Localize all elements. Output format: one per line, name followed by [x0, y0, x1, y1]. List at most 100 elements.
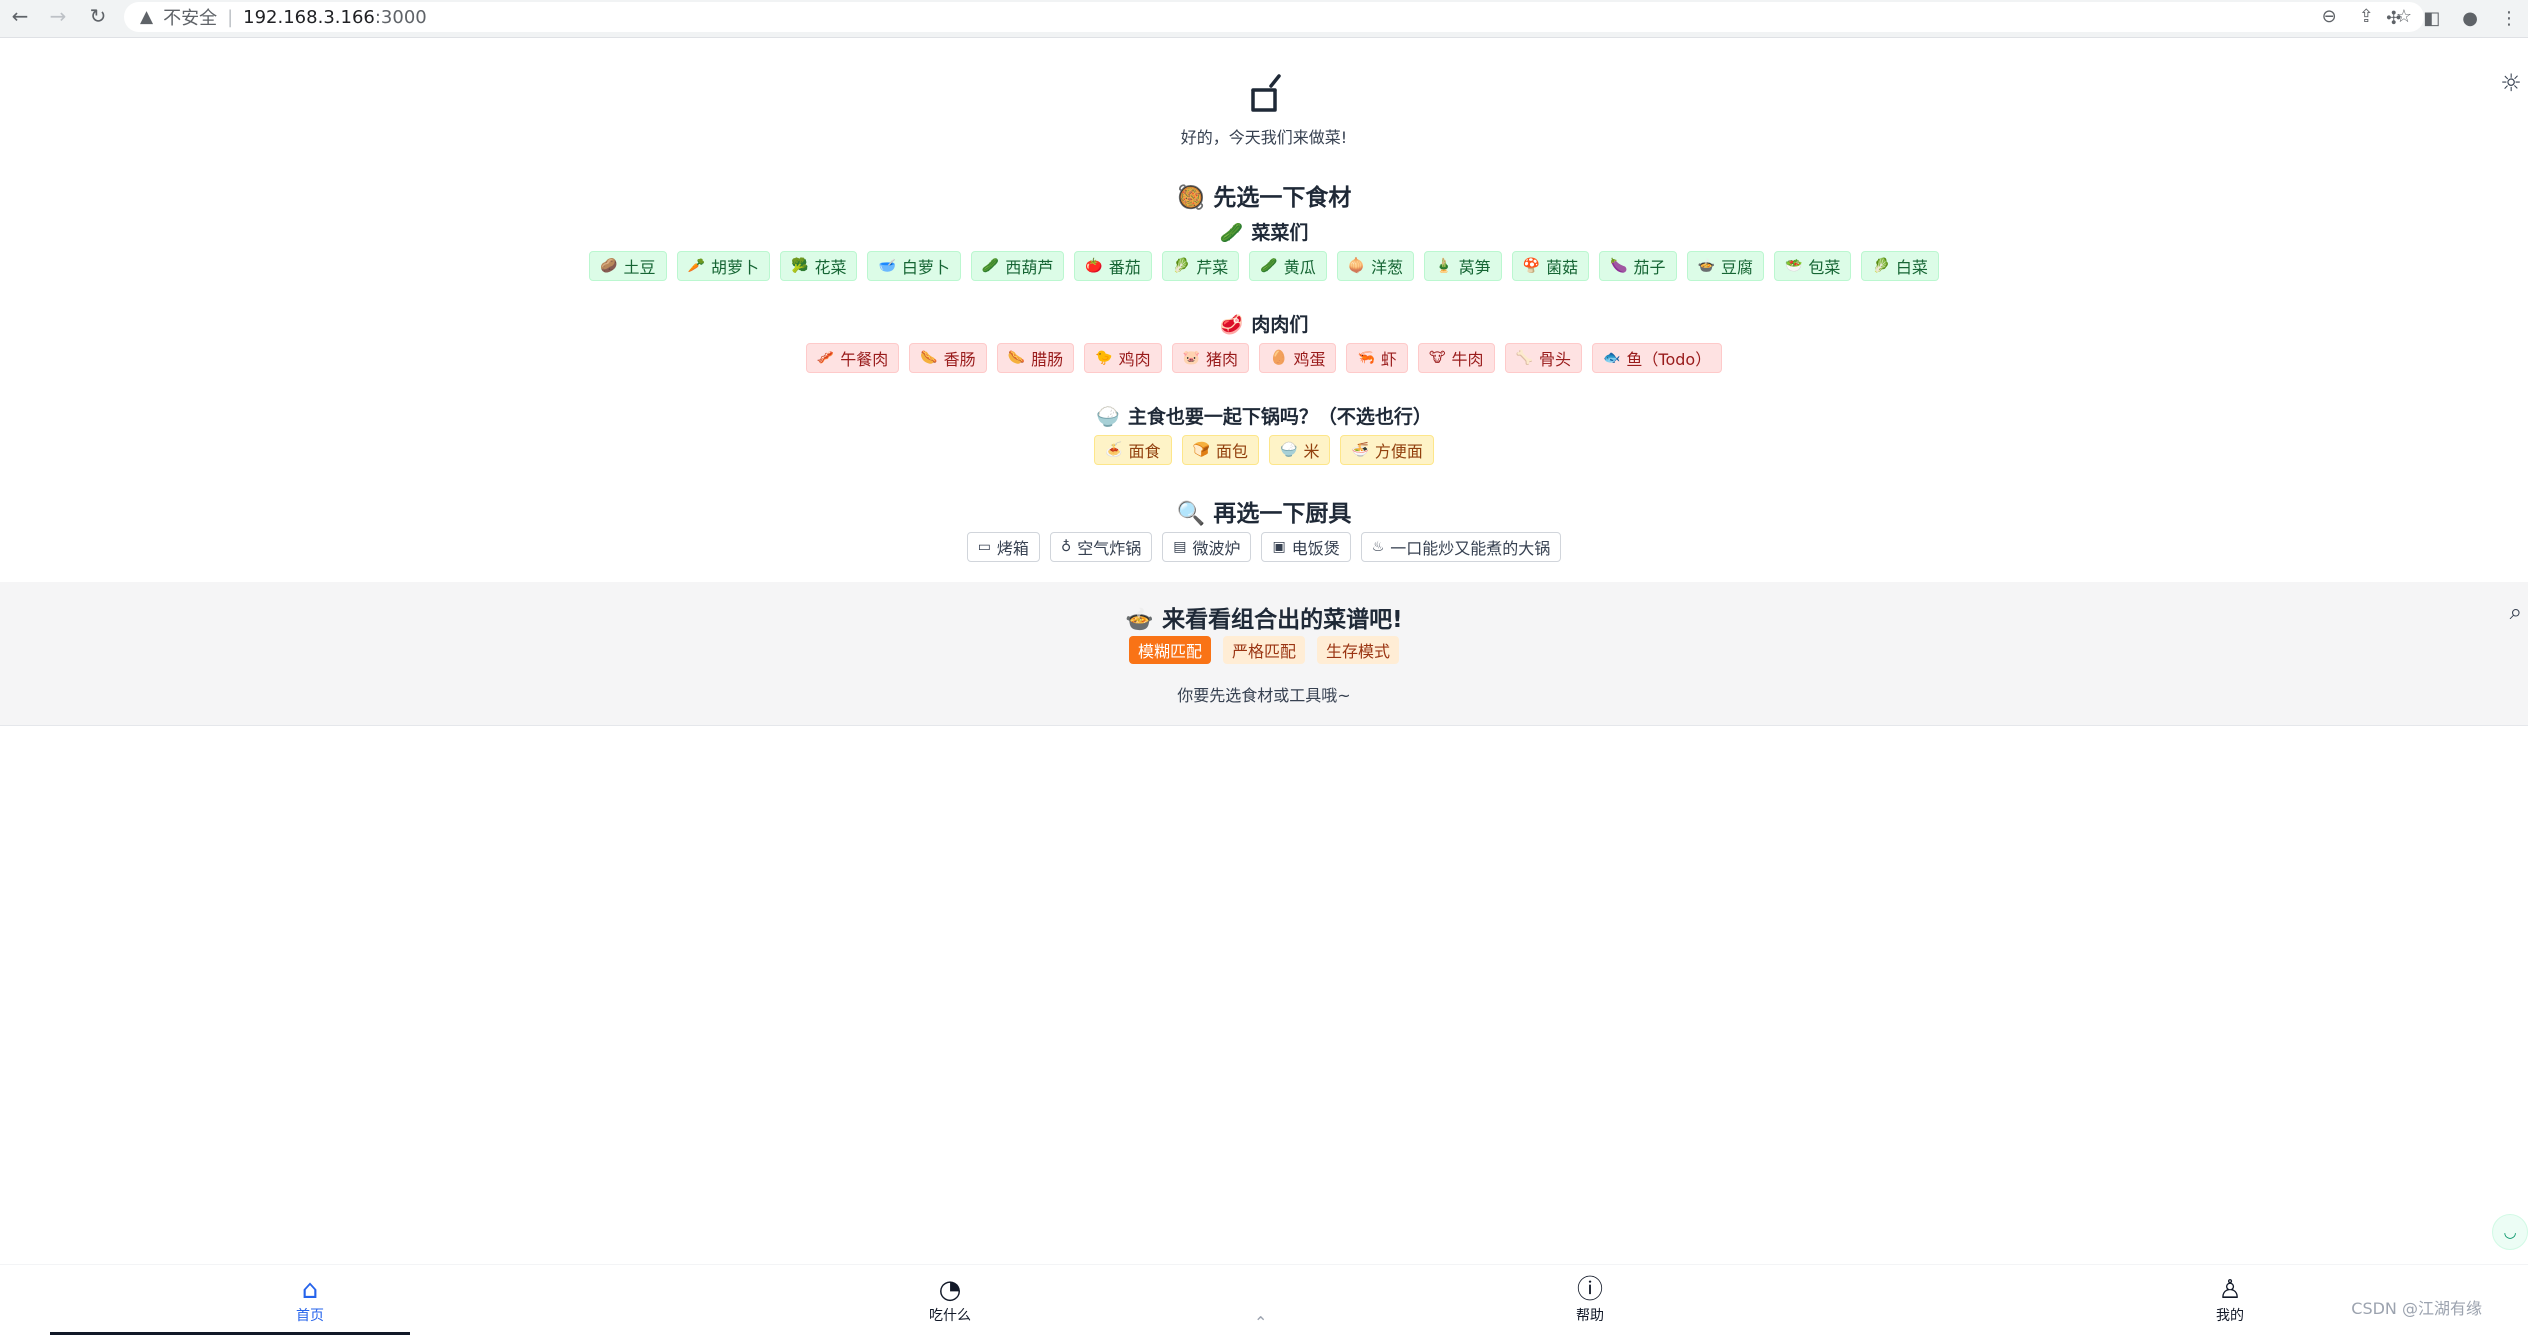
- vegetables-title: 菜菜们: [1251, 222, 1309, 244]
- menu-dots-icon[interactable]: ⋮: [2500, 8, 2518, 29]
- match-mode-button[interactable]: 严格匹配: [1222, 636, 1305, 664]
- vegetable-tag-label: 豆腐: [1720, 258, 1753, 277]
- result-bowl-icon: 🍲: [1125, 607, 1155, 633]
- tool-tag-label: 微波炉: [1192, 539, 1241, 558]
- vegetable-tag-label: 芹菜: [1196, 258, 1229, 277]
- meats-list: 🥓 午餐肉 🌭 香肠 🌭 腊肠 🐤 鸡肉 🐷 猪肉 🥚 鸡蛋 🦐 虾 🐮 牛肉 🦴 骨头 🐟 鱼（Todo）: [0, 343, 2528, 373]
- meat-tag-label: 鸡肉: [1118, 350, 1151, 369]
- tool-tag-label: 空气炸锅: [1077, 539, 1142, 558]
- meats-title: 肉肉们: [1251, 314, 1309, 336]
- staples-title: 主食也要一起下锅吗？（不选也行）: [1127, 406, 1432, 428]
- vegetable-tag[interactable]: 🥔 土豆: [589, 251, 667, 281]
- vegetable-tag[interactable]: 🍄 菌菇: [1511, 251, 1590, 281]
- meat-tag[interactable]: 🐮 牛肉: [1417, 343, 1495, 373]
- meat-tag[interactable]: 🌭 香肠: [909, 343, 987, 373]
- vegetable-tag-icon: 🥔: [600, 258, 618, 274]
- meat-tag-label: 虾: [1380, 350, 1397, 369]
- vegetable-tag[interactable]: 🥕 胡萝卜: [676, 251, 770, 281]
- vegetable-tag-icon: 🥕: [687, 258, 705, 274]
- staple-tag[interactable]: 🍝 面食: [1094, 435, 1172, 465]
- meat-tag[interactable]: 🐤 鸡肉: [1084, 343, 1162, 373]
- tool-tag[interactable]: ▣ 电饭煲: [1261, 532, 1351, 562]
- forward-icon[interactable]: →: [40, 0, 76, 34]
- staple-tag[interactable]: 🍜 方便面: [1340, 435, 1434, 465]
- vegetable-tag[interactable]: 🎍 莴笋: [1424, 251, 1502, 281]
- vegetable-tag-icon: 🥒: [1260, 258, 1278, 274]
- vegetable-tag-icon: 🥗: [1784, 258, 1803, 274]
- nav-help[interactable]: ⓘ 帮助: [1530, 1275, 1650, 1325]
- browser-toolbar: ← → ↻ ▲ 不安全 | 192.168.3.166:3000 ⊖ ⇪ ☆ ✣…: [0, 0, 2528, 38]
- vegetable-tag-icon: 🎍: [1435, 258, 1453, 274]
- nav-mine-label: 我的: [2216, 1308, 2244, 1324]
- meat-tag[interactable]: 🐷 猪肉: [1171, 343, 1250, 373]
- staple-tag-label: 米: [1303, 442, 1320, 461]
- match-mode-button[interactable]: 生存模式: [1317, 636, 1400, 664]
- meat-tag-icon: 🥓: [816, 350, 835, 366]
- back-icon[interactable]: ←: [2, 0, 38, 34]
- match-mode-button[interactable]: 模糊匹配: [1128, 636, 1211, 664]
- tool-tag[interactable]: ♨ 一口能炒又能煮的大锅: [1360, 532, 1562, 562]
- vegetable-tag[interactable]: 🥒 西葫芦: [970, 251, 1065, 281]
- meat-tag[interactable]: 🥚 鸡蛋: [1259, 343, 1337, 373]
- tool-tag[interactable]: ▭ 烤箱: [966, 532, 1040, 562]
- nav-home[interactable]: ⌂ 首页: [250, 1275, 370, 1325]
- nav-what-to-eat[interactable]: ◔ 吃什么: [890, 1275, 1010, 1325]
- vegetable-tag-label: 包菜: [1808, 258, 1841, 277]
- meat-tag[interactable]: 🐟 鱼（Todo）: [1591, 343, 1723, 373]
- scroll-up-icon[interactable]: ⌃: [1254, 1313, 1267, 1332]
- tool-tag-icon: ▤: [1173, 539, 1187, 555]
- share-icon[interactable]: ⇪: [2359, 6, 2374, 27]
- vegetable-tag-label: 番茄: [1108, 258, 1141, 277]
- vegetable-tag-label: 西葫芦: [1005, 258, 1054, 277]
- meat-tag-label: 午餐肉: [840, 350, 889, 369]
- compass-icon: ◔: [938, 1275, 962, 1305]
- vegetable-tag-label: 胡萝卜: [710, 258, 759, 277]
- tool-tag-label: 烤箱: [996, 539, 1029, 558]
- vegetable-tag[interactable]: 🍲 豆腐: [1686, 251, 1764, 281]
- address-separator: |: [227, 6, 234, 28]
- vegetable-tag[interactable]: 🧅 洋葱: [1336, 251, 1415, 281]
- vegetable-tag-icon: 🥬: [1872, 258, 1890, 274]
- search-icon[interactable]: ⌕: [2510, 600, 2522, 625]
- vegetable-tag-label: 菌菇: [1546, 258, 1579, 277]
- vegetable-tag[interactable]: 🥬 白菜: [1861, 251, 1939, 281]
- tool-tag-icon: ♁: [1060, 539, 1072, 555]
- nav-mine[interactable]: ♙ 我的: [2170, 1275, 2290, 1325]
- reload-icon[interactable]: ↻: [80, 0, 116, 34]
- tool-tag-icon: ▭: [977, 539, 991, 555]
- profile-icon[interactable]: ●: [2462, 8, 2478, 29]
- meat-tag[interactable]: 🦐 虾: [1346, 343, 1408, 373]
- floating-pot-button[interactable]: ◡: [2492, 1214, 2528, 1250]
- vegetable-tag[interactable]: 🥒 黄瓜: [1249, 251, 1327, 281]
- zoom-icon[interactable]: ⊖: [2322, 6, 2337, 27]
- staple-tag[interactable]: 🍚 米: [1269, 435, 1331, 465]
- help-icon: ⓘ: [1576, 1275, 1603, 1305]
- meat-tag-icon: 🐮: [1428, 350, 1446, 366]
- vegetable-tag[interactable]: 🍅 番茄: [1074, 251, 1152, 281]
- meat-tag[interactable]: 🌭 腊肠: [996, 343, 1075, 373]
- vegetable-tag[interactable]: 🍆 茄子: [1599, 251, 1677, 281]
- meat-tag[interactable]: 🦴 骨头: [1504, 343, 1582, 373]
- vegetable-tag-label: 白菜: [1895, 258, 1928, 277]
- tool-tag-label: 一口能炒又能煮的大锅: [1390, 539, 1551, 558]
- result-heading: 🍲 来看看组合出的菜谱吧!: [0, 600, 2528, 634]
- bottom-nav: ⌂ 首页 ◔ 吃什么 ⓘ 帮助 ♙ 我的 ⌃ CSDN @江湖有缘: [0, 1264, 2528, 1335]
- vegetable-tag[interactable]: 🥦 花菜: [780, 251, 858, 281]
- side-panel-icon[interactable]: ◧: [2423, 8, 2440, 29]
- meat-tag-label: 香肠: [943, 350, 976, 369]
- vegetable-tag[interactable]: 🥗 包菜: [1773, 251, 1852, 281]
- staples-icon: 🍚: [1096, 406, 1120, 428]
- extensions-icon[interactable]: ✣: [2386, 8, 2401, 29]
- vegetable-tag[interactable]: 🥣 白萝卜: [867, 251, 961, 281]
- ingredients-icon: 🥘: [1176, 185, 1206, 211]
- tool-tag[interactable]: ▤ 微波炉: [1162, 532, 1252, 562]
- staple-tag[interactable]: 🍞 面包: [1181, 435, 1259, 465]
- meat-tag-icon: 🦐: [1357, 350, 1375, 366]
- staple-tag-icon: 🍞: [1192, 442, 1210, 458]
- tool-tag[interactable]: ♁ 空气炸锅: [1049, 532, 1153, 562]
- address-bar[interactable]: ▲ 不安全 | 192.168.3.166:3000 ⊖ ⇪ ☆: [124, 2, 2424, 32]
- vegetable-tag[interactable]: 🥬 芹菜: [1161, 251, 1240, 281]
- vegetable-tag-icon: 🍄: [1522, 258, 1541, 274]
- meat-tag[interactable]: 🥓 午餐肉: [805, 343, 900, 373]
- magnifier-icon: 🔍: [1176, 501, 1206, 527]
